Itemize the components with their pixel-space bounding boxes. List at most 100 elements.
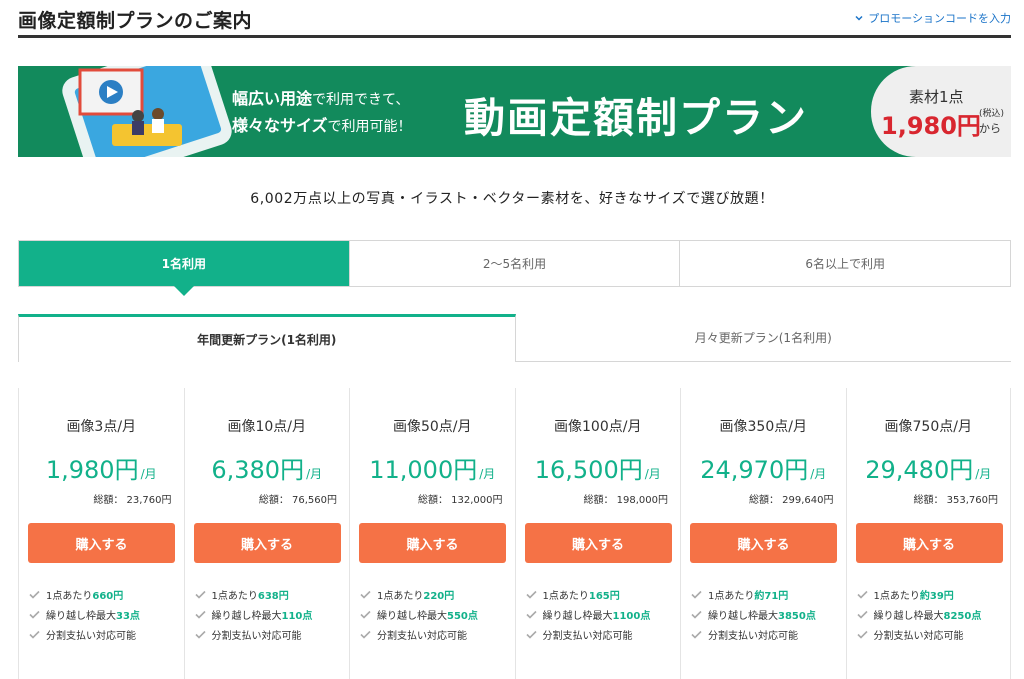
plan-name: 画像50点/月 bbox=[392, 419, 472, 435]
check-icon bbox=[360, 610, 371, 619]
feature-per-item: 1点あたり 660円 bbox=[29, 584, 140, 604]
feature-rollover: 繰り越し枠最大 110点 bbox=[194, 604, 313, 624]
plan-cards: 画像3点/月 1,980円/月 総額： 23,760円 購入する 1点あたり 66… bbox=[18, 388, 1011, 679]
banner-lead-1-thin: で利用できて、 bbox=[312, 92, 410, 108]
buy-button[interactable]: 購入する bbox=[524, 523, 672, 563]
feature-per-item: 1点あたり 165円 bbox=[525, 584, 651, 604]
tab-annual-plan[interactable]: 年間更新プラン(1名利用) bbox=[18, 314, 516, 362]
plan-features: 1点あたり 約71円 繰り越し枠最大 3850点 分割支払い対応可能 bbox=[691, 584, 816, 644]
banner-per-item: 素材1点 bbox=[909, 88, 964, 106]
plan-card: 画像350点/月 24,970円/月 総額： 299,640円 購入する 1点あ… bbox=[680, 388, 846, 679]
feature-value: 550点 bbox=[447, 610, 478, 622]
catalog-subtitle: 6,002万点以上の写真・イラスト・ベクター素材を、好きなサイズで選び放題！ bbox=[250, 191, 774, 207]
plan-total: 総額： 198,000円 bbox=[583, 495, 668, 506]
feature-installment: 分割支払い対応可能 bbox=[525, 624, 651, 644]
tab-2-5-users[interactable]: 2〜5名利用 bbox=[349, 241, 681, 286]
buy-button[interactable]: 購入する bbox=[855, 523, 1003, 563]
plan-price-unit: /月 bbox=[306, 467, 323, 481]
feature-value: 660円 bbox=[92, 590, 124, 602]
feature-label: 1点あたり bbox=[873, 590, 920, 602]
user-count-tabs: 1名利用 2〜5名利用 6名以上で利用 bbox=[18, 240, 1011, 296]
plan-price: 24,970円/月 bbox=[681, 450, 846, 485]
page-header: 画像定額制プランのご案内 プロモーションコードを入力 bbox=[18, 0, 1011, 38]
buy-button[interactable]: 購入する bbox=[193, 523, 341, 563]
feature-label: 1点あたり bbox=[46, 590, 93, 602]
feature-installment: 分割支払い対応可能 bbox=[691, 624, 816, 644]
plan-features: 1点あたり 165円 繰り越し枠最大 1100点 分割支払い対応可能 bbox=[525, 584, 651, 644]
feature-installment: 分割支払い対応可能 bbox=[856, 624, 982, 644]
check-icon bbox=[29, 630, 40, 639]
feature-per-item: 1点あたり 約39円 bbox=[856, 584, 982, 604]
check-icon bbox=[691, 630, 702, 639]
plan-price-value: 24,970円 bbox=[700, 456, 809, 484]
feature-label: 分割支払い対応可能 bbox=[542, 630, 633, 642]
feature-label: 分割支払い対応可能 bbox=[377, 630, 467, 642]
plan-card: 画像3点/月 1,980円/月 総額： 23,760円 購入する 1点あたり 66… bbox=[18, 388, 184, 679]
plan-name: 画像100点/月 bbox=[554, 419, 642, 435]
plan-total: 総額： 23,760円 bbox=[93, 495, 172, 506]
banner-lead-text: 幅広い用途で利用できて、 様々なサイズで利用可能！ bbox=[232, 86, 412, 140]
feature-rollover: 繰り越し枠最大 8250点 bbox=[856, 604, 982, 624]
feature-label: 1点あたり bbox=[211, 590, 258, 602]
buy-button[interactable]: 購入する bbox=[359, 523, 506, 563]
promo-code-link[interactable]: プロモーションコードを入力 bbox=[854, 10, 1011, 26]
plan-price: 11,000円/月 bbox=[350, 450, 515, 485]
check-icon bbox=[194, 610, 206, 619]
tab-monthly-plan[interactable]: 月々更新プラン(1名利用) bbox=[515, 314, 1011, 362]
feature-label: 繰り越し枠最大 bbox=[873, 610, 944, 622]
check-icon bbox=[856, 590, 868, 599]
plan-price-value: 29,480円 bbox=[865, 456, 974, 484]
check-icon bbox=[360, 590, 371, 599]
feature-label: 分割支払い対応可能 bbox=[873, 630, 964, 642]
promo-code-label: プロモーションコードを入力 bbox=[868, 12, 1011, 25]
check-icon bbox=[194, 590, 206, 599]
buy-button[interactable]: 購入する bbox=[28, 523, 175, 563]
check-icon bbox=[525, 630, 537, 639]
feature-value: 110点 bbox=[281, 610, 313, 622]
plan-name: 画像10点/月 bbox=[227, 419, 307, 435]
banner-headline: 動画定額制プラン bbox=[464, 94, 808, 142]
tab-1-user[interactable]: 1名利用 bbox=[19, 241, 350, 296]
plan-card: 画像100点/月 16,500円/月 総額： 198,000円 購入する 1点あ… bbox=[514, 388, 681, 679]
feature-label: 1点あたり bbox=[708, 590, 755, 602]
check-icon bbox=[525, 590, 537, 599]
plan-total: 総額： 132,000円 bbox=[417, 495, 503, 506]
plan-features: 1点あたり 660円 繰り越し枠最大 33点 分割支払い対応可能 bbox=[29, 584, 140, 644]
video-plan-banner[interactable]: 幅広い用途で利用できて、 様々なサイズで利用可能！ 動画定額制プラン 素材1点 … bbox=[18, 66, 1011, 157]
plan-price-unit: /月 bbox=[975, 467, 992, 481]
banner-from: から bbox=[979, 122, 1001, 135]
plan-name: 画像750点/月 bbox=[884, 419, 972, 435]
feature-value: 165円 bbox=[588, 590, 620, 602]
plan-price: 29,480円/月 bbox=[847, 450, 1011, 485]
plan-price-unit: /月 bbox=[810, 467, 827, 481]
tab-6-plus-users[interactable]: 6名以上で利用 bbox=[680, 241, 1011, 286]
feature-label: 繰り越し枠最大 bbox=[211, 610, 282, 622]
banner-price: 1,980円 bbox=[881, 112, 981, 140]
plan-price: 6,380円/月 bbox=[185, 450, 350, 485]
feature-value: 8250点 bbox=[943, 610, 982, 622]
feature-label: 繰り越し枠最大 bbox=[377, 610, 447, 622]
chevron-down-icon bbox=[855, 15, 863, 21]
plan-card: 画像750点/月 29,480円/月 総額： 353,760円 購入する 1点あ… bbox=[845, 388, 1011, 679]
feature-label: 繰り越し枠最大 bbox=[708, 610, 778, 622]
feature-installment: 分割支払い対応可能 bbox=[360, 624, 478, 644]
banner-lead-2-bold: 様々なサイズ bbox=[232, 116, 328, 135]
feature-value: 約71円 bbox=[754, 590, 789, 602]
buy-button[interactable]: 購入する bbox=[690, 523, 837, 563]
banner-tax: (税込) bbox=[979, 109, 1005, 119]
plan-price-value: 11,000円 bbox=[369, 456, 478, 484]
check-icon bbox=[29, 610, 40, 619]
plan-price-value: 16,500円 bbox=[534, 456, 643, 484]
plan-total: 総額： 76,560円 bbox=[258, 495, 337, 506]
feature-per-item: 1点あたり 638円 bbox=[194, 584, 313, 604]
feature-value: 33点 bbox=[116, 610, 140, 622]
banner-lead-1-bold: 幅広い用途 bbox=[232, 89, 313, 108]
plan-type-tabs: 年間更新プラン(1名利用) 月々更新プラン(1名利用) bbox=[18, 314, 1011, 362]
check-icon bbox=[360, 630, 371, 639]
feature-label: 分割支払い対応可能 bbox=[211, 630, 302, 642]
plan-name: 画像350点/月 bbox=[719, 419, 807, 435]
plan-price: 16,500円/月 bbox=[516, 450, 681, 485]
plan-features: 1点あたり 約39円 繰り越し枠最大 8250点 分割支払い対応可能 bbox=[856, 584, 982, 644]
feature-rollover: 繰り越し枠最大 33点 bbox=[29, 604, 140, 624]
feature-installment: 分割支払い対応可能 bbox=[29, 624, 140, 644]
